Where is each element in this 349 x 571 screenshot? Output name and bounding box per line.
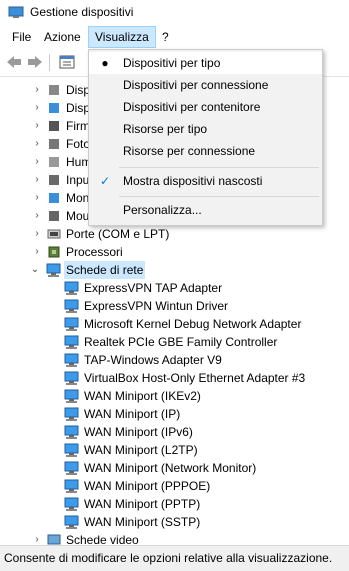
expand-chevron-icon[interactable]: › [32,171,42,189]
status-text: Consente di modificare le opzioni relati… [4,551,333,565]
tree-item-label: WAN Miniport (IKEv2) [84,389,201,403]
tree-item-label: Realtek PCIe GBE Family Controller [84,335,278,349]
menu-item-dispositivi-per-tipo[interactable]: ● Dispositivi per tipo [89,52,322,74]
tree-item-label: Disp [66,101,91,115]
menu-item-label: Dispositivi per contenitore [123,100,261,114]
menu-item-mostra-dispositivi-nascosti[interactable]: ✓ Mostra dispositivi nascosti [89,170,322,192]
menu-item-label: Dispositivi per tipo [123,56,221,70]
tree-item-label: Mou [66,209,90,223]
menu-item-risorse-per-tipo[interactable]: Risorse per tipo [89,118,322,140]
forward-arrow-icon[interactable] [26,53,44,71]
expand-chevron-icon[interactable]: › [32,99,42,117]
status-bar: Consente di modificare le opzioni relati… [0,545,349,571]
tree-item-label: WAN Miniport (IPv6) [84,425,193,439]
expand-chevron-icon[interactable]: › [32,135,42,153]
menu-item-dispositivi-per-connessione[interactable]: Dispositivi per connessione [89,74,322,96]
radio-bullet-icon: ● [101,56,109,70]
window-title: Gestione dispositivi [30,5,134,19]
expand-chevron-icon[interactable]: › [32,243,42,261]
tree-item-label: WAN Miniport (L2TP) [84,443,198,457]
network-adapter-icon [64,317,79,331]
network-icon [46,263,61,277]
menu-help[interactable]: ? [156,26,175,48]
menu-item-risorse-per-connessione[interactable]: Risorse per connessione [89,140,322,162]
tree-item-label: Porte (COM e LPT) [66,227,170,241]
tree-item-label: WAN Miniport (IP) [84,407,181,421]
visualizza-dropdown-menu: ● Dispositivi per tipo Dispositivi per c… [88,49,323,226]
network-adapter-icon [64,389,79,403]
tree-item-label: Microsoft Kernel Debug Network Adapter [84,317,302,331]
tree-item-label: Foto [66,137,91,151]
mouse-icon [49,211,59,221]
tree-item-label: Mon [66,191,90,205]
tree-item-label: ExpressVPN TAP Adapter [84,281,223,295]
menu-separator [119,167,319,168]
menu-item-label: Dispositivi per connessione [123,78,269,92]
network-adapter-icon [64,281,79,295]
menu-separator [119,196,319,197]
tree-item-label: TAP-Windows Adapter V9 [84,353,222,367]
display-icon [49,103,59,113]
port-icon [47,229,61,239]
tree-item-label: VirtualBox Host-Only Ethernet Adapter #3 [84,371,306,385]
checkmark-icon: ✓ [99,174,111,188]
firmware-icon [49,121,59,131]
tree-item-label: WAN Miniport (Network Monitor) [84,461,257,475]
hid-icon [49,157,59,167]
disk-icon [49,85,59,95]
input-icon [49,175,59,185]
tree-item-label: Disp [66,83,91,97]
network-adapter-icon [64,335,79,349]
tree-item-label: Inpu [66,173,90,187]
tree-item-label: Schede di rete [64,261,146,279]
tree-item-label: WAN Miniport (SSTP) [84,515,201,529]
menu-item-label: Mostra dispositivi nascosti [123,174,263,188]
menu-item-personalizza[interactable]: Personalizza... [89,199,322,221]
menu-item-label: Risorse per connessione [123,144,256,158]
title-bar: Gestione dispositivi [0,0,349,26]
network-adapter-icon [64,443,79,457]
expand-chevron-icon[interactable]: › [32,117,42,135]
tree-item-label: WAN Miniport (PPPOE) [84,479,211,493]
device-manager-icon [8,6,24,18]
processor-icon [48,246,60,258]
expand-chevron-icon[interactable]: › [32,81,42,99]
camera-icon [49,139,59,149]
expand-chevron-icon[interactable]: › [32,207,42,225]
expand-chevron-icon[interactable]: › [32,153,42,171]
expand-chevron-icon[interactable]: › [32,225,42,243]
menu-bar: File Azione Visualizza ? [0,26,349,48]
properties-icon[interactable] [58,53,76,71]
network-adapter-icon [64,299,79,313]
menu-item-label: Personalizza... [123,203,202,217]
expand-chevron-icon[interactable]: › [32,531,42,545]
collapse-chevron-icon[interactable]: ⌄ [30,261,40,279]
video-icon [47,534,61,545]
toolbar-separator [49,54,50,71]
menu-visualizza[interactable]: Visualizza [88,26,156,48]
network-adapter-icon [64,461,79,475]
menu-file[interactable]: File [6,26,37,48]
expand-chevron-icon[interactable]: › [32,189,42,207]
tree-item-label: WAN Miniport (PPTP) [84,497,201,511]
menu-item-dispositivi-per-contenitore[interactable]: Dispositivi per contenitore [89,96,322,118]
network-adapter-icon [64,371,79,385]
network-adapter-icon [64,515,79,529]
network-adapter-icon [64,479,79,493]
network-adapter-icon [64,497,79,511]
menu-item-label: Risorse per tipo [123,122,208,136]
tree-item-label: Schede video [66,533,139,545]
back-arrow-icon[interactable] [5,53,23,71]
tree-item-label: Processori [66,245,123,259]
monitor-icon [49,193,59,203]
menu-azione[interactable]: Azione [38,26,87,48]
tree-item-label: Firm [66,119,90,133]
network-adapter-icon [64,353,79,367]
network-adapter-icon [64,425,79,439]
tree-item-label: ExpressVPN Wintun Driver [84,299,229,313]
network-adapter-icon [64,407,79,421]
